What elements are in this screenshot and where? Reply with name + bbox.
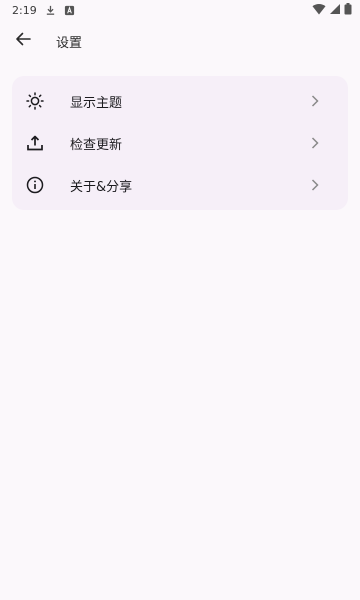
setting-label: 显示主题: [70, 95, 123, 111]
settings-card: 显示主题 检查更新 关于&分享: [12, 76, 348, 210]
status-right: [312, 2, 352, 18]
brightness-icon: [24, 90, 46, 112]
battery-icon: [344, 2, 352, 18]
chevron-right-icon: [308, 94, 322, 108]
chevron-right-icon: [308, 178, 322, 192]
cellular-icon: [329, 3, 341, 18]
status-time: 2:19: [12, 3, 37, 17]
status-bar: 2:19: [0, 0, 360, 20]
setting-item-display-theme[interactable]: 显示主题: [12, 80, 348, 122]
setting-label: 关于&分享: [70, 179, 133, 195]
info-icon: [24, 174, 46, 196]
app-bar: 设置: [0, 20, 360, 62]
back-button[interactable]: [12, 30, 34, 52]
download-icon: [45, 5, 56, 16]
setting-item-about-share[interactable]: 关于&分享: [12, 164, 348, 206]
wifi-icon: [312, 3, 326, 18]
page-title: 设置: [56, 35, 83, 51]
status-left: 2:19: [12, 4, 75, 17]
upload-icon: [24, 132, 46, 154]
arrow-left-icon: [15, 31, 31, 51]
chevron-right-icon: [308, 136, 322, 150]
app-notification-icon: [64, 5, 75, 16]
setting-item-check-update[interactable]: 检查更新: [12, 122, 348, 164]
setting-label: 检查更新: [70, 137, 123, 153]
